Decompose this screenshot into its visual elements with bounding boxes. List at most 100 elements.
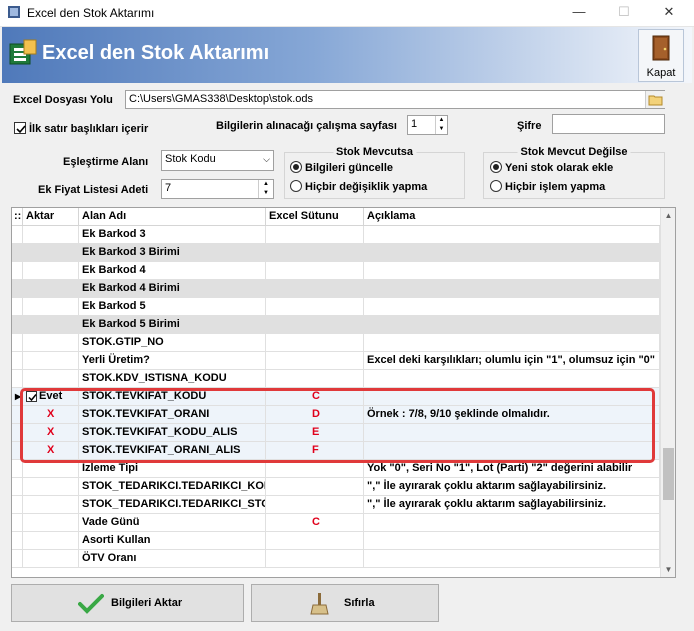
table-row[interactable]: ▶ Evet STOK.TEVKIFAT_KODU C [12,388,660,406]
cell-aktar[interactable] [23,226,79,243]
cell-aktar[interactable]: X [23,442,79,459]
close-button[interactable]: Kapat [638,29,684,82]
sheet-spinner[interactable]: ▲ ▼ [435,116,447,134]
cell-aciklama[interactable]: Yok "0", Seri No "1", Lot (Parti) "2" de… [364,460,660,477]
row-selector[interactable] [12,406,23,423]
cell-excel-sutunu[interactable]: F [266,442,364,459]
table-row[interactable]: ÖTV Oranı [12,550,660,568]
cell-aciklama[interactable]: "," İle ayırarak çoklu aktarım sağlayabi… [364,496,660,513]
price-list-input[interactable]: 7 ▲ ▼ [161,179,274,199]
table-row[interactable]: STOK_TEDARIKCI.TEDARIKCI_STOK_KODU "," İl… [12,496,660,514]
maximize-button[interactable]: ☐ [601,0,647,26]
cell-aciklama[interactable] [364,514,660,531]
cell-alan-adi[interactable]: Vade Günü [79,514,266,531]
no-change-radio[interactable] [290,180,302,192]
cell-alan-adi[interactable]: STOK.KDV_ISTISNA_KODU [79,370,266,387]
cell-aciklama[interactable] [364,388,660,405]
cell-aktar[interactable] [23,316,79,333]
row-selector[interactable] [12,298,23,315]
cell-excel-sutunu[interactable]: D [266,406,364,423]
cell-aciklama[interactable] [364,244,660,261]
table-row[interactable]: Ek Barkod 5 Birimi [12,316,660,334]
sheet-number-input[interactable]: 1 ▲ ▼ [407,115,448,135]
cell-aciklama[interactable] [364,532,660,549]
cell-aciklama[interactable]: Excel deki karşılıkları; olumlu için "1"… [364,352,660,369]
cell-aktar[interactable] [23,352,79,369]
cell-aciklama[interactable] [364,280,660,297]
table-row[interactable]: Vade Günü C [12,514,660,532]
cell-excel-sutunu[interactable]: C [266,388,364,405]
import-button[interactable]: Bilgileri Aktar [11,584,244,622]
cell-aciklama[interactable] [364,442,660,459]
cell-excel-sutunu[interactable] [266,226,364,243]
column-header-alan-adi[interactable]: Alan Adı [79,208,266,225]
row-selector[interactable] [12,424,23,441]
cell-excel-sutunu[interactable] [266,298,364,315]
transfer-checkbox[interactable] [26,391,37,402]
cell-alan-adi[interactable]: STOK_TEDARIKCI.TEDARIKCI_KODU [79,478,266,495]
cell-aktar[interactable] [23,514,79,531]
cell-aktar[interactable]: X [23,406,79,423]
cell-alan-adi[interactable]: Ek Barkod 4 Birimi [79,280,266,297]
cell-aktar[interactable] [23,532,79,549]
header-row-checkbox[interactable] [14,122,26,134]
cell-alan-adi[interactable]: STOK.TEVKIFAT_KODU [79,388,266,405]
table-row[interactable]: STOK.KDV_ISTISNA_KODU [12,370,660,388]
cell-aktar[interactable] [23,262,79,279]
cell-alan-adi[interactable]: Asorti Kullan [79,532,266,549]
row-selector[interactable] [12,370,23,387]
cell-excel-sutunu[interactable] [266,478,364,495]
cell-alan-adi[interactable]: Ek Barkod 5 [79,298,266,315]
table-row[interactable]: Ek Barkod 5 [12,298,660,316]
row-selector[interactable] [12,532,23,549]
cell-alan-adi[interactable]: STOK.TEVKIFAT_ORANI [79,406,266,423]
row-selector[interactable] [12,244,23,261]
table-row[interactable]: İzleme Tipi Yok "0", Seri No "1", Lot (Pa… [12,460,660,478]
cell-alan-adi[interactable]: ÖTV Oranı [79,550,266,567]
price-list-spinner[interactable]: ▲ ▼ [258,180,273,198]
cell-excel-sutunu[interactable] [266,370,364,387]
cell-aktar[interactable] [23,478,79,495]
table-row[interactable]: STOK.GTIP_NO [12,334,660,352]
row-selector[interactable] [12,460,23,477]
cell-aktar[interactable] [23,334,79,351]
cell-alan-adi[interactable]: STOK.TEVKIFAT_KODU_ALIS [79,424,266,441]
cell-alan-adi[interactable]: Ek Barkod 3 Birimi [79,244,266,261]
cell-excel-sutunu[interactable] [266,280,364,297]
table-row[interactable]: Ek Barkod 4 [12,262,660,280]
cell-excel-sutunu[interactable]: C [266,514,364,531]
table-row[interactable]: X STOK.TEVKIFAT_KODU_ALIS E [12,424,660,442]
cell-aciklama[interactable] [364,424,660,441]
table-row[interactable]: X STOK.TEVKIFAT_ORANI_ALIS F [12,442,660,460]
cell-aktar[interactable] [23,280,79,297]
match-field-select[interactable]: Stok Kodu ⌵ [161,150,274,171]
cell-aciklama[interactable] [364,550,660,567]
row-selector[interactable] [12,496,23,513]
cell-aciklama[interactable] [364,316,660,333]
cell-aktar[interactable] [23,244,79,261]
cell-excel-sutunu[interactable] [266,244,364,261]
cell-alan-adi[interactable]: STOK.GTIP_NO [79,334,266,351]
cell-excel-sutunu[interactable] [266,352,364,369]
cell-aktar[interactable] [23,496,79,513]
cell-alan-adi[interactable]: Ek Barkod 4 [79,262,266,279]
row-selector[interactable] [12,280,23,297]
table-row[interactable]: Ek Barkod 4 Birimi [12,280,660,298]
cell-excel-sutunu[interactable] [266,550,364,567]
table-row[interactable]: Asorti Kullan [12,532,660,550]
cell-excel-sutunu[interactable] [266,496,364,513]
table-row[interactable]: STOK_TEDARIKCI.TEDARIKCI_KODU "," İle ayı… [12,478,660,496]
file-path-input[interactable]: C:\Users\GMAS338\Desktop\stok.ods [125,90,665,109]
field-mapping-grid[interactable]: :: Aktar Alan Adı Excel Sütunu Açıklama … [11,207,676,578]
column-header-aktar[interactable]: Aktar [23,208,79,225]
add-new-stock-radio[interactable] [490,161,502,173]
cell-aciklama[interactable]: Örnek : 7/8, 9/10 şeklinde olmalıdır. [364,406,660,423]
cell-aciklama[interactable] [364,262,660,279]
cell-aciklama[interactable] [364,298,660,315]
table-row[interactable]: Ek Barkod 3 Birimi [12,244,660,262]
cell-alan-adi[interactable]: İzleme Tipi [79,460,266,477]
cell-aktar[interactable] [23,298,79,315]
row-selector[interactable] [12,514,23,531]
row-selector[interactable]: ▶ [12,388,23,405]
cell-aciklama[interactable] [364,334,660,351]
